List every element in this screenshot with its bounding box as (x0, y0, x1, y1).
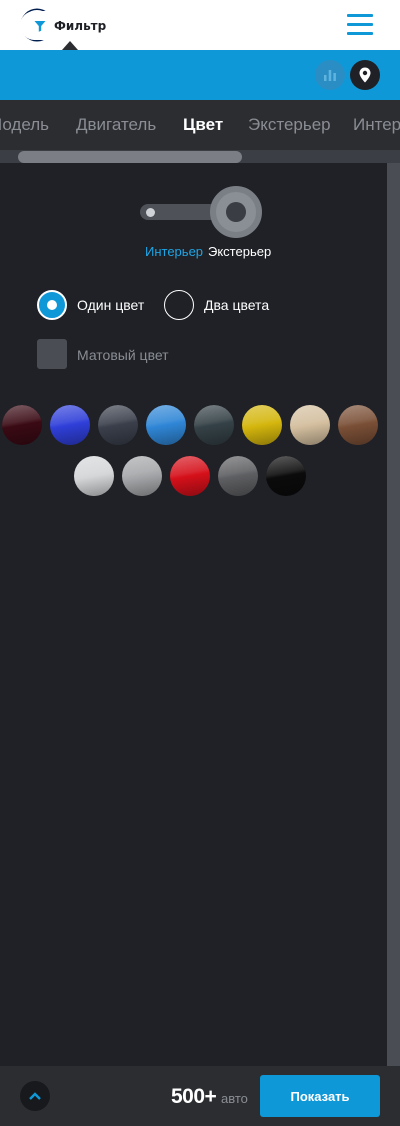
location-button[interactable] (350, 60, 380, 90)
show-results-button[interactable]: Показать (260, 1075, 380, 1117)
tab-exterior[interactable]: Экстерьер (248, 115, 331, 135)
tab-interior[interactable]: Интерьер (353, 115, 400, 135)
color-swatch-beige[interactable] (290, 405, 330, 445)
funnel-icon (34, 20, 46, 32)
color-swatch-white-silver[interactable] (74, 456, 114, 496)
color-swatch-brown[interactable] (338, 405, 378, 445)
chevron-up-icon (29, 1092, 41, 1100)
toggle-knob[interactable] (210, 186, 262, 238)
color-swatch-yellow[interactable] (242, 405, 282, 445)
color-swatch-dark-teal[interactable] (194, 405, 234, 445)
hamburger-menu-icon[interactable] (347, 14, 373, 36)
result-count: 500+ (171, 1085, 217, 1108)
panel-scrollbar[interactable] (387, 163, 400, 1066)
color-swatch-dark-cherry[interactable] (2, 405, 42, 445)
matte-color-checkbox[interactable] (37, 339, 67, 369)
page: Фильтр Модель Двигатель Цвет Экстерьер И… (0, 0, 400, 1126)
filter-pointer (62, 41, 78, 50)
map-pin-icon (359, 67, 371, 83)
tab-model[interactable]: Модель (0, 115, 49, 135)
filter-button-label: Фильтр (54, 18, 107, 33)
color-swatch-black[interactable] (266, 456, 306, 496)
tab-color[interactable]: Цвет (183, 115, 223, 135)
stats-button[interactable] (315, 60, 345, 90)
radio-one-color[interactable] (37, 290, 67, 320)
radio-one-color-label[interactable]: Один цвет (77, 297, 144, 313)
radio-two-colors[interactable] (164, 290, 194, 320)
toggle-left-dot (146, 208, 155, 217)
show-results-label: Показать (290, 1088, 350, 1104)
color-swatch-light-blue[interactable] (146, 405, 186, 445)
matte-color-label[interactable]: Матовый цвет (77, 347, 169, 363)
filter-button[interactable]: Фильтр (20, 11, 121, 40)
color-swatch-graphite[interactable] (218, 456, 258, 496)
scroll-up-button[interactable] (20, 1081, 50, 1111)
color-swatch-dark-gray-blue[interactable] (98, 405, 138, 445)
color-swatch-red[interactable] (170, 456, 210, 496)
tab-engine[interactable]: Двигатель (76, 115, 156, 135)
tabs-scrollbar-thumb[interactable] (18, 151, 242, 163)
bar-chart-icon (324, 70, 336, 81)
result-count-unit: авто (221, 1091, 248, 1106)
radio-two-colors-label[interactable]: Два цвета (204, 297, 269, 313)
color-swatch-blue[interactable] (50, 405, 90, 445)
color-swatch-silver[interactable] (122, 456, 162, 496)
toggle-label-exterior[interactable]: Экстерьер (208, 244, 271, 259)
toggle-label-interior[interactable]: Интерьер (145, 244, 203, 259)
category-tabs: Модель Двигатель Цвет Экстерьер Интерьер (0, 100, 400, 150)
